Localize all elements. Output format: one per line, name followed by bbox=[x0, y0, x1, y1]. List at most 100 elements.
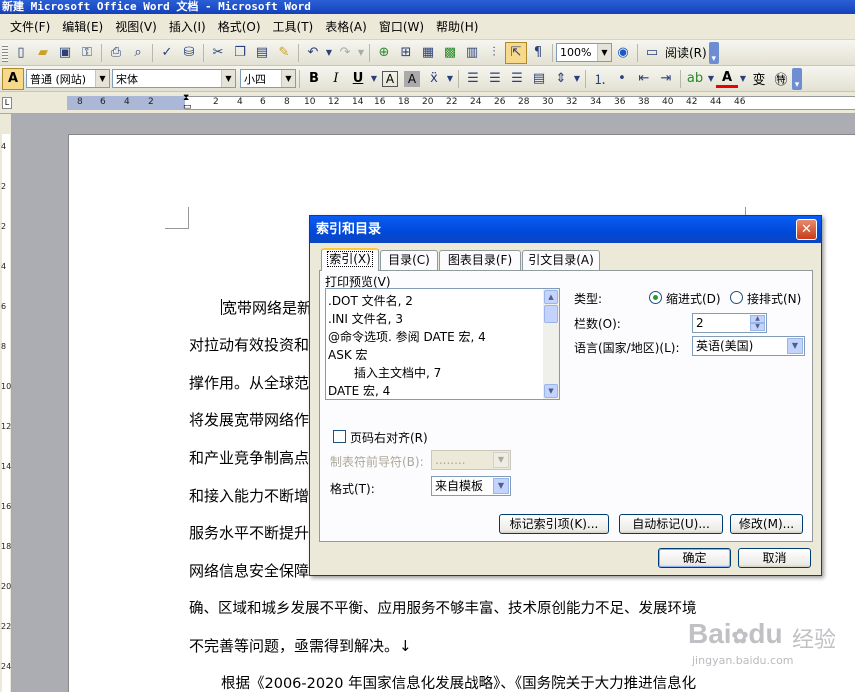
tab-authorities[interactable]: 引文目录(A) bbox=[522, 250, 600, 270]
copy-icon[interactable]: ❐ bbox=[229, 42, 251, 64]
type-runin-label[interactable]: 接排式(N) bbox=[747, 290, 801, 307]
document-line[interactable]: 将发展宽带网络作 bbox=[189, 409, 309, 430]
type-indent-radio[interactable] bbox=[649, 291, 662, 304]
document-line[interactable]: 服务水平不断提升 bbox=[189, 522, 309, 543]
style-select[interactable]: 普通 (网站) ▼ bbox=[26, 69, 110, 88]
zoom-select[interactable]: 100% ▼ bbox=[556, 43, 612, 62]
menu-view[interactable]: 视图(V) bbox=[109, 14, 163, 40]
chevron-down-icon[interactable]: ▼ bbox=[281, 70, 295, 87]
scroll-up-icon[interactable]: ▲ bbox=[544, 290, 558, 304]
font-color-button[interactable]: A bbox=[716, 70, 738, 88]
permission-icon[interactable]: ⚿ bbox=[76, 42, 98, 64]
document-line[interactable]: 网络信息安全保障 bbox=[189, 560, 309, 581]
modify-button[interactable]: 修改(M)... bbox=[730, 514, 803, 534]
document-line[interactable]: 撑作用。从全球范 bbox=[189, 372, 309, 393]
right-align-label[interactable]: 页码右对齐(R) bbox=[350, 429, 428, 446]
highlight-icon[interactable]: ab bbox=[684, 68, 706, 90]
increase-indent-icon[interactable]: ⇥ bbox=[655, 68, 677, 90]
paste-icon[interactable]: ▤ bbox=[251, 42, 273, 64]
menu-table[interactable]: 表格(A) bbox=[319, 14, 373, 40]
print-icon[interactable]: ⎙ bbox=[105, 42, 127, 64]
menu-format[interactable]: 格式(O) bbox=[212, 14, 267, 40]
chevron-down-icon[interactable]: ▼ bbox=[493, 478, 509, 494]
research-icon[interactable]: ⛁ bbox=[178, 42, 200, 64]
distributed-icon[interactable]: ▤ bbox=[528, 68, 550, 90]
chevron-down-icon[interactable]: ▼ bbox=[787, 338, 803, 354]
preview-scrollbar[interactable]: ▲ ▼ bbox=[543, 288, 560, 400]
undo-icon[interactable]: ↶ bbox=[302, 42, 324, 64]
document-line[interactable]: 和接入能力不断增 bbox=[189, 485, 309, 506]
numbering-icon[interactable]: ⒈ bbox=[589, 68, 611, 90]
menu-file[interactable]: 文件(F) bbox=[4, 14, 56, 40]
align-right-icon[interactable]: ☰ bbox=[506, 68, 528, 90]
vertical-ruler[interactable]: 4 2 2 4 6 8 10 12 14 16 18 20 22 24 bbox=[0, 114, 12, 692]
tab-toc[interactable]: 目录(C) bbox=[380, 250, 438, 270]
decrease-indent-icon[interactable]: ⇤ bbox=[633, 68, 655, 90]
menu-edit[interactable]: 编辑(E) bbox=[56, 14, 109, 40]
type-runin-radio[interactable] bbox=[730, 291, 743, 304]
columns-spinner[interactable]: 2 ▲ ▼ bbox=[692, 313, 767, 333]
line-spacing-icon[interactable]: ⇕ bbox=[550, 68, 572, 90]
new-document-icon[interactable]: ▯ bbox=[10, 42, 32, 64]
font-size-select[interactable]: 小四 ▼ bbox=[240, 69, 296, 88]
columns-icon[interactable]: ▥ bbox=[461, 42, 483, 64]
menu-insert[interactable]: 插入(I) bbox=[163, 14, 212, 40]
document-line[interactable]: 确、区域和城乡发展不平衡、应用服务不够丰富、技术原创能力不足、发展环境 bbox=[189, 597, 697, 618]
cancel-button[interactable]: 取消 bbox=[738, 548, 811, 568]
bullets-icon[interactable]: • bbox=[611, 68, 633, 90]
read-button[interactable]: 阅读(R) bbox=[663, 44, 709, 61]
help-icon[interactable]: ◉ bbox=[612, 42, 634, 64]
automark-button[interactable]: 自动标记(U)... bbox=[619, 514, 723, 534]
format-select[interactable]: 来自模板 ▼ bbox=[431, 476, 511, 496]
chevron-down-icon[interactable]: ▼ bbox=[738, 68, 748, 90]
underline-button[interactable]: U bbox=[347, 68, 369, 90]
cut-icon[interactable]: ✂ bbox=[207, 42, 229, 64]
tab-figures[interactable]: 图表目录(F) bbox=[439, 250, 521, 270]
open-folder-icon[interactable]: ▰ bbox=[32, 42, 54, 64]
menu-help[interactable]: 帮助(H) bbox=[430, 14, 484, 40]
document-line[interactable]: 不完善等问题，亟需得到解决。↓ bbox=[189, 635, 412, 656]
spin-down-icon[interactable]: ▼ bbox=[750, 323, 765, 331]
ok-button[interactable]: 确定 bbox=[658, 548, 731, 568]
type-indent-label[interactable]: 缩进式(D) bbox=[666, 290, 721, 307]
format-painter-icon[interactable]: ✎ bbox=[273, 42, 295, 64]
menu-window[interactable]: 窗口(W) bbox=[373, 14, 430, 40]
insert-table-icon[interactable]: ▦ bbox=[417, 42, 439, 64]
tab-index[interactable]: 索引(X) bbox=[321, 248, 379, 271]
chevron-down-icon[interactable]: ▼ bbox=[445, 68, 455, 90]
close-icon[interactable]: ✕ bbox=[796, 219, 817, 240]
spelling-icon[interactable]: ✓ bbox=[156, 42, 178, 64]
tab-selector-icon[interactable]: L bbox=[2, 97, 12, 109]
document-map-icon[interactable]: ⇱ bbox=[505, 41, 527, 64]
insert-excel-icon[interactable]: ▩ bbox=[439, 42, 461, 64]
dialog-title-bar[interactable]: 索引和目录 bbox=[310, 216, 821, 243]
document-line[interactable]: 对拉动有效投资和 bbox=[189, 334, 309, 355]
document-line[interactable]: 和产业竞争制高点 bbox=[189, 447, 309, 468]
phonetic-guide-icon[interactable]: ẍ bbox=[423, 68, 445, 90]
right-align-checkbox[interactable] bbox=[333, 430, 346, 443]
menu-tools[interactable]: 工具(T) bbox=[267, 14, 320, 40]
horizontal-ruler[interactable]: L ⧗ ▭ 8 6 4 2 2 4 6 8 10 12 14 16 18 20 22 24 26 28 30 32 34 3… bbox=[0, 92, 855, 114]
chevron-down-icon[interactable]: ▼ bbox=[324, 42, 334, 64]
italic-button[interactable]: I bbox=[325, 68, 347, 90]
chevron-down-icon[interactable]: ▼ bbox=[369, 68, 379, 90]
toolbar-options-icon[interactable]: ▾ bbox=[708, 41, 719, 64]
document-line[interactable]: 根据《2006-2020 年国家信息化发展战略》、《国务院关于大力推进信息化 bbox=[221, 672, 696, 692]
toolbar-grip[interactable] bbox=[2, 43, 8, 62]
indent-marker-icon[interactable]: ⧗ ▭ bbox=[183, 94, 192, 112]
char-border-button[interactable]: A bbox=[382, 70, 398, 87]
language-select[interactable]: 英语(美国) ▼ bbox=[692, 336, 805, 356]
read-icon[interactable]: ▭ bbox=[641, 42, 663, 64]
chevron-down-icon[interactable]: ▼ bbox=[706, 68, 716, 90]
save-icon[interactable]: ▣ bbox=[54, 42, 76, 64]
print-preview-icon[interactable]: ⌕ bbox=[127, 42, 149, 64]
bold-button[interactable]: B bbox=[303, 68, 325, 90]
document-line[interactable]: 宽带网络是新 bbox=[222, 297, 312, 318]
chevron-down-icon[interactable]: ▼ bbox=[221, 70, 235, 87]
font-select[interactable]: 宋体 ▼ bbox=[112, 69, 236, 88]
styles-formatting-icon[interactable]: A bbox=[2, 67, 24, 90]
scroll-thumb[interactable] bbox=[544, 305, 558, 323]
align-left-icon[interactable]: ☰ bbox=[462, 68, 484, 90]
redo-icon[interactable]: ↷ bbox=[334, 42, 356, 64]
chevron-down-icon[interactable]: ▼ bbox=[597, 44, 611, 61]
